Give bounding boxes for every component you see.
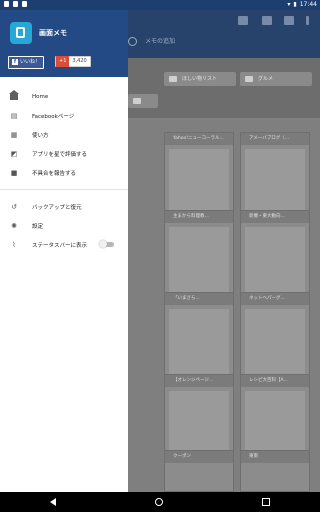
facebook-like-button[interactable]: f いいね！ xyxy=(8,56,45,69)
home-icon xyxy=(9,89,19,101)
menu-item-report-bug[interactable]: ■ 不具合を報告する xyxy=(0,163,128,182)
home-nav-icon[interactable] xyxy=(154,498,163,506)
rate-icon: ◩ xyxy=(10,149,18,158)
google-plus-button[interactable]: +1 3,420 xyxy=(55,56,91,67)
statusbar-icon: ⌇ xyxy=(12,240,16,249)
help-icon: ▦ xyxy=(10,130,18,139)
app-logo-icon xyxy=(10,22,32,44)
facebook-page-icon: ▤ xyxy=(10,111,18,120)
drawer-menu: Home ▤ Facebookページ ▦ 使い方 ◩ アプリを星で評価する ■ … xyxy=(0,87,128,254)
memo-card[interactable]: クーポン xyxy=(164,450,234,492)
report-icon: ■ xyxy=(10,168,18,177)
chip[interactable]: グルメ xyxy=(240,72,312,86)
navigation-drawer: 画面メモ f いいね！ +1 3,420 Home ▤ Facebookページ ▦ … xyxy=(0,10,128,492)
settings-icon: ✺ xyxy=(11,221,17,230)
chip[interactable] xyxy=(128,94,158,108)
status-bar: ▾ ▮ 17:44 xyxy=(0,0,320,10)
folder-icon[interactable] xyxy=(262,16,272,25)
globe-icon xyxy=(128,37,137,46)
menu-item-settings[interactable]: ✺ 設定 xyxy=(0,216,128,235)
overflow-menu-icon[interactable] xyxy=(306,16,309,25)
chip[interactable]: ほしい物リスト xyxy=(164,72,236,86)
search-icon[interactable] xyxy=(238,16,248,25)
menu-item-show-in-statusbar[interactable]: ⌇ ステータスバーに表示 xyxy=(0,235,128,254)
app-name: 画面メモ xyxy=(39,29,67,37)
backup-icon: ↺ xyxy=(11,202,17,211)
menu-item-rate-app[interactable]: ◩ アプリを星で評価する xyxy=(0,144,128,163)
facebook-icon: f xyxy=(12,58,18,65)
recent-apps-icon[interactable] xyxy=(262,498,271,506)
wifi-icon: ▾ xyxy=(287,1,291,8)
add-memo-search[interactable]: メモの追加 xyxy=(128,36,175,46)
menu-item-backup-restore[interactable]: ↺ バックアップと復元 xyxy=(0,197,128,216)
memo-card[interactable]: 東南 xyxy=(240,450,310,492)
grid-icon[interactable] xyxy=(284,16,294,25)
statusbar-toggle[interactable] xyxy=(99,240,114,248)
menu-item-help[interactable]: ▦ 使い方 xyxy=(0,125,128,144)
menu-item-home[interactable]: Home xyxy=(0,87,128,106)
menu-item-facebook-page[interactable]: ▤ Facebookページ xyxy=(0,106,128,125)
back-icon[interactable] xyxy=(49,498,56,506)
drawer-header: 画面メモ f いいね！ +1 3,420 xyxy=(0,10,128,77)
menu-divider xyxy=(0,189,128,190)
notification-icon xyxy=(4,1,9,7)
battery-icon: ▮ xyxy=(293,1,297,8)
notification-icon xyxy=(13,1,18,7)
system-nav-bar xyxy=(0,492,320,512)
notification-icon xyxy=(22,1,27,7)
status-time: 17:44 xyxy=(299,1,317,8)
